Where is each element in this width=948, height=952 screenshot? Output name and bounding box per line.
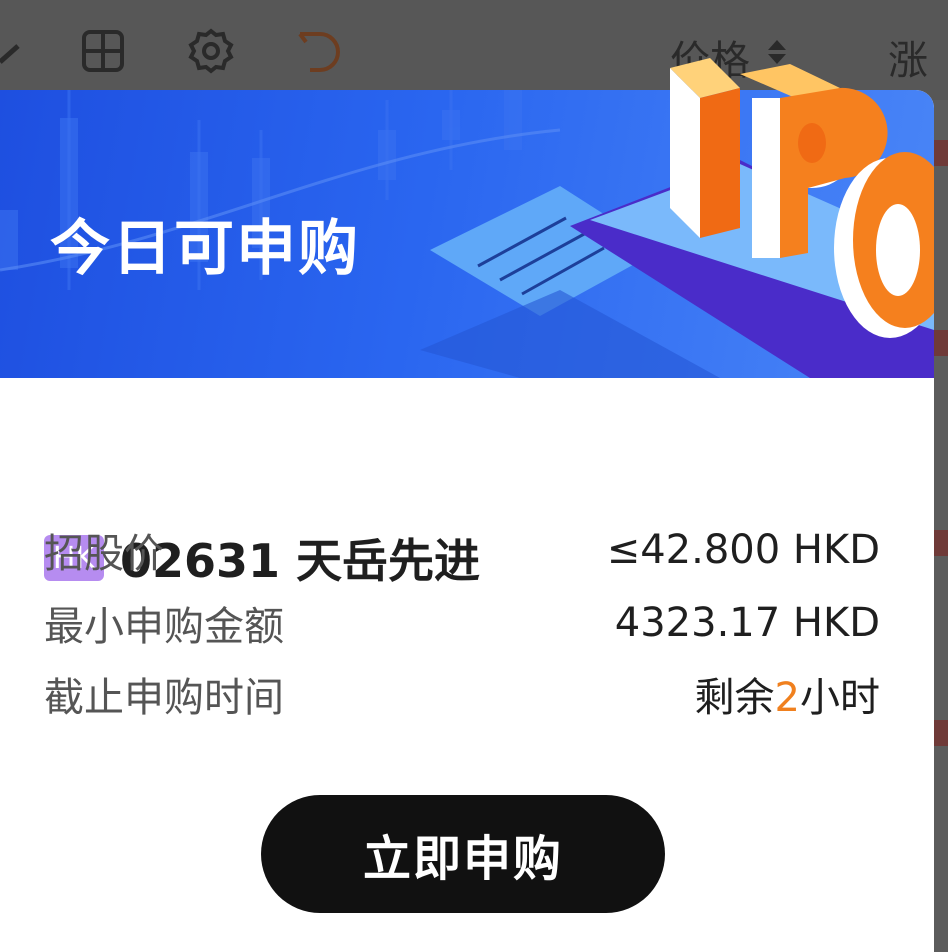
gear-icon: [188, 28, 234, 78]
list-item: [934, 720, 948, 746]
remaining-hours: 2: [774, 675, 800, 721]
list-item: [934, 330, 948, 356]
list-item: [934, 530, 948, 556]
banner-title: 今日可申购: [50, 214, 360, 284]
undo-icon: [296, 28, 342, 78]
offer-price-row: 招股价 ≤42.800 HKD: [44, 522, 880, 578]
deadline-value: 剩余2小时: [695, 665, 880, 723]
min-subscription-label: 最小申购金额: [44, 604, 284, 650]
deadline-label: 截止申购时间: [44, 675, 284, 721]
subscribe-now-button[interactable]: 立即申购: [261, 795, 665, 913]
min-subscription-row: 最小申购金额 4323.17 HKD: [44, 595, 880, 651]
deadline-suffix: 小时: [800, 675, 880, 721]
deadline-row: 截止申购时间 剩余2小时: [44, 666, 880, 722]
deadline-prefix: 剩余: [694, 675, 775, 721]
ipo-logo-art: [670, 58, 934, 338]
min-subscription-value: 4323.17 HKD: [614, 600, 880, 646]
offer-price-value: ≤42.800 HKD: [606, 527, 880, 573]
background-stock-list: [934, 100, 948, 952]
list-item: [934, 140, 948, 166]
grid-icon: [82, 30, 124, 76]
chevron-icon: [0, 32, 22, 72]
offer-price-label: 招股价: [44, 531, 164, 577]
